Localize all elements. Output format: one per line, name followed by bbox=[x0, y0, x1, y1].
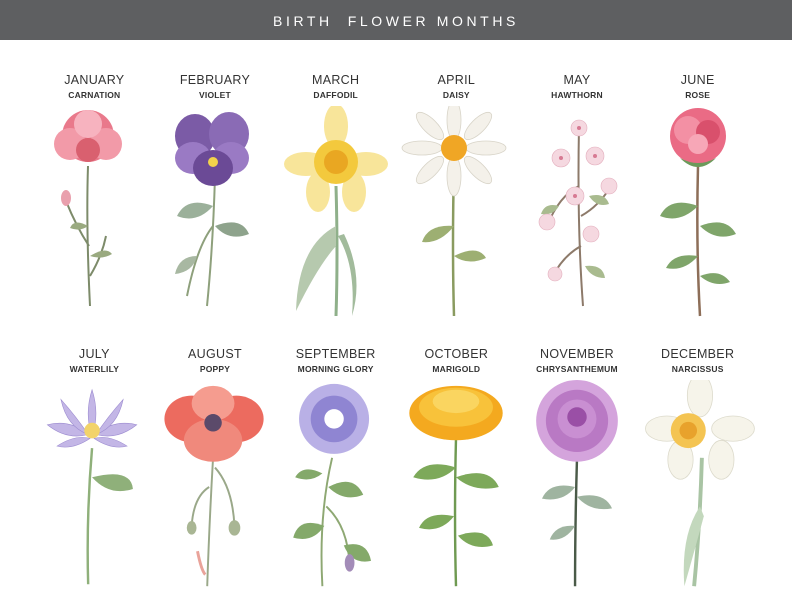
month-card-august: AUGUST POPPY bbox=[155, 338, 276, 594]
daffodil-icon bbox=[283, 106, 388, 317]
page-title: BIRTH FLOWER MONTHS bbox=[273, 13, 519, 29]
month-card-july: JULY WATERLILY bbox=[34, 338, 155, 594]
month-label: AUGUST bbox=[188, 347, 242, 361]
flower-label: VIOLET bbox=[199, 90, 231, 100]
month-label: JANUARY bbox=[64, 73, 125, 87]
rose-icon bbox=[659, 108, 736, 317]
violet-icon bbox=[174, 112, 249, 307]
month-card-november: NOVEMBER CHRYSANTHEMUM bbox=[517, 338, 638, 594]
flower-label: WATERLILY bbox=[69, 364, 120, 374]
month-card-september: SEPTEMBER MORNING GLORY bbox=[275, 338, 396, 594]
flower-label: MARIGOLD bbox=[432, 364, 481, 374]
carnation-icon bbox=[54, 110, 123, 307]
month-card-december: DECEMBER NARCISSUS bbox=[637, 338, 758, 594]
flower-label: ROSE bbox=[685, 90, 711, 100]
month-card-march: MARCH DAFFODIL bbox=[275, 64, 396, 338]
flower-label: DAFFODIL bbox=[313, 90, 358, 100]
header-bar: BIRTH FLOWER MONTHS bbox=[0, 0, 792, 40]
flower-label: HAWTHORN bbox=[551, 90, 603, 100]
month-card-october: OCTOBER MARIGOLD bbox=[396, 338, 517, 594]
month-label: JUNE bbox=[680, 73, 715, 87]
daisy-icon bbox=[401, 106, 507, 317]
narcissus-icon bbox=[644, 380, 755, 587]
marigold-icon bbox=[409, 385, 504, 587]
month-label: JULY bbox=[78, 347, 110, 361]
month-label: SEPTEMBER bbox=[295, 347, 376, 361]
flower-label: CARNATION bbox=[68, 90, 121, 100]
month-card-april: APRIL DAISY bbox=[396, 64, 517, 338]
flower-label: CHRYSANTHEMUM bbox=[536, 364, 618, 374]
month-card-february: FEBRUARY VIOLET bbox=[155, 64, 276, 338]
month-label: FEBRUARY bbox=[179, 73, 251, 87]
month-card-january: JANUARY CARNATION bbox=[34, 64, 155, 338]
chrysanthemum-icon bbox=[536, 380, 618, 587]
flower-label: NARCISSUS bbox=[671, 364, 724, 374]
morning-glory-icon bbox=[292, 383, 371, 587]
hawthorn-icon bbox=[538, 119, 618, 307]
poppy-icon bbox=[164, 385, 264, 587]
month-label: OCTOBER bbox=[424, 347, 489, 361]
month-label: MARCH bbox=[311, 73, 360, 87]
flower-label: POPPY bbox=[199, 364, 231, 374]
flower-label: MORNING GLORY bbox=[297, 364, 374, 374]
flower-grid: JANUARY CARNATION FEBRUARY VIOLET MARCH … bbox=[34, 64, 758, 594]
month-label: DECEMBER bbox=[661, 347, 735, 361]
month-label: APRIL bbox=[437, 73, 476, 87]
month-card-june: JUNE ROSE bbox=[637, 64, 758, 338]
month-label: NOVEMBER bbox=[540, 347, 614, 361]
flower-label: DAISY bbox=[442, 90, 470, 100]
waterlily-icon bbox=[46, 388, 138, 585]
month-card-may: MAY HAWTHORN bbox=[517, 64, 638, 338]
month-label: MAY bbox=[563, 73, 591, 87]
